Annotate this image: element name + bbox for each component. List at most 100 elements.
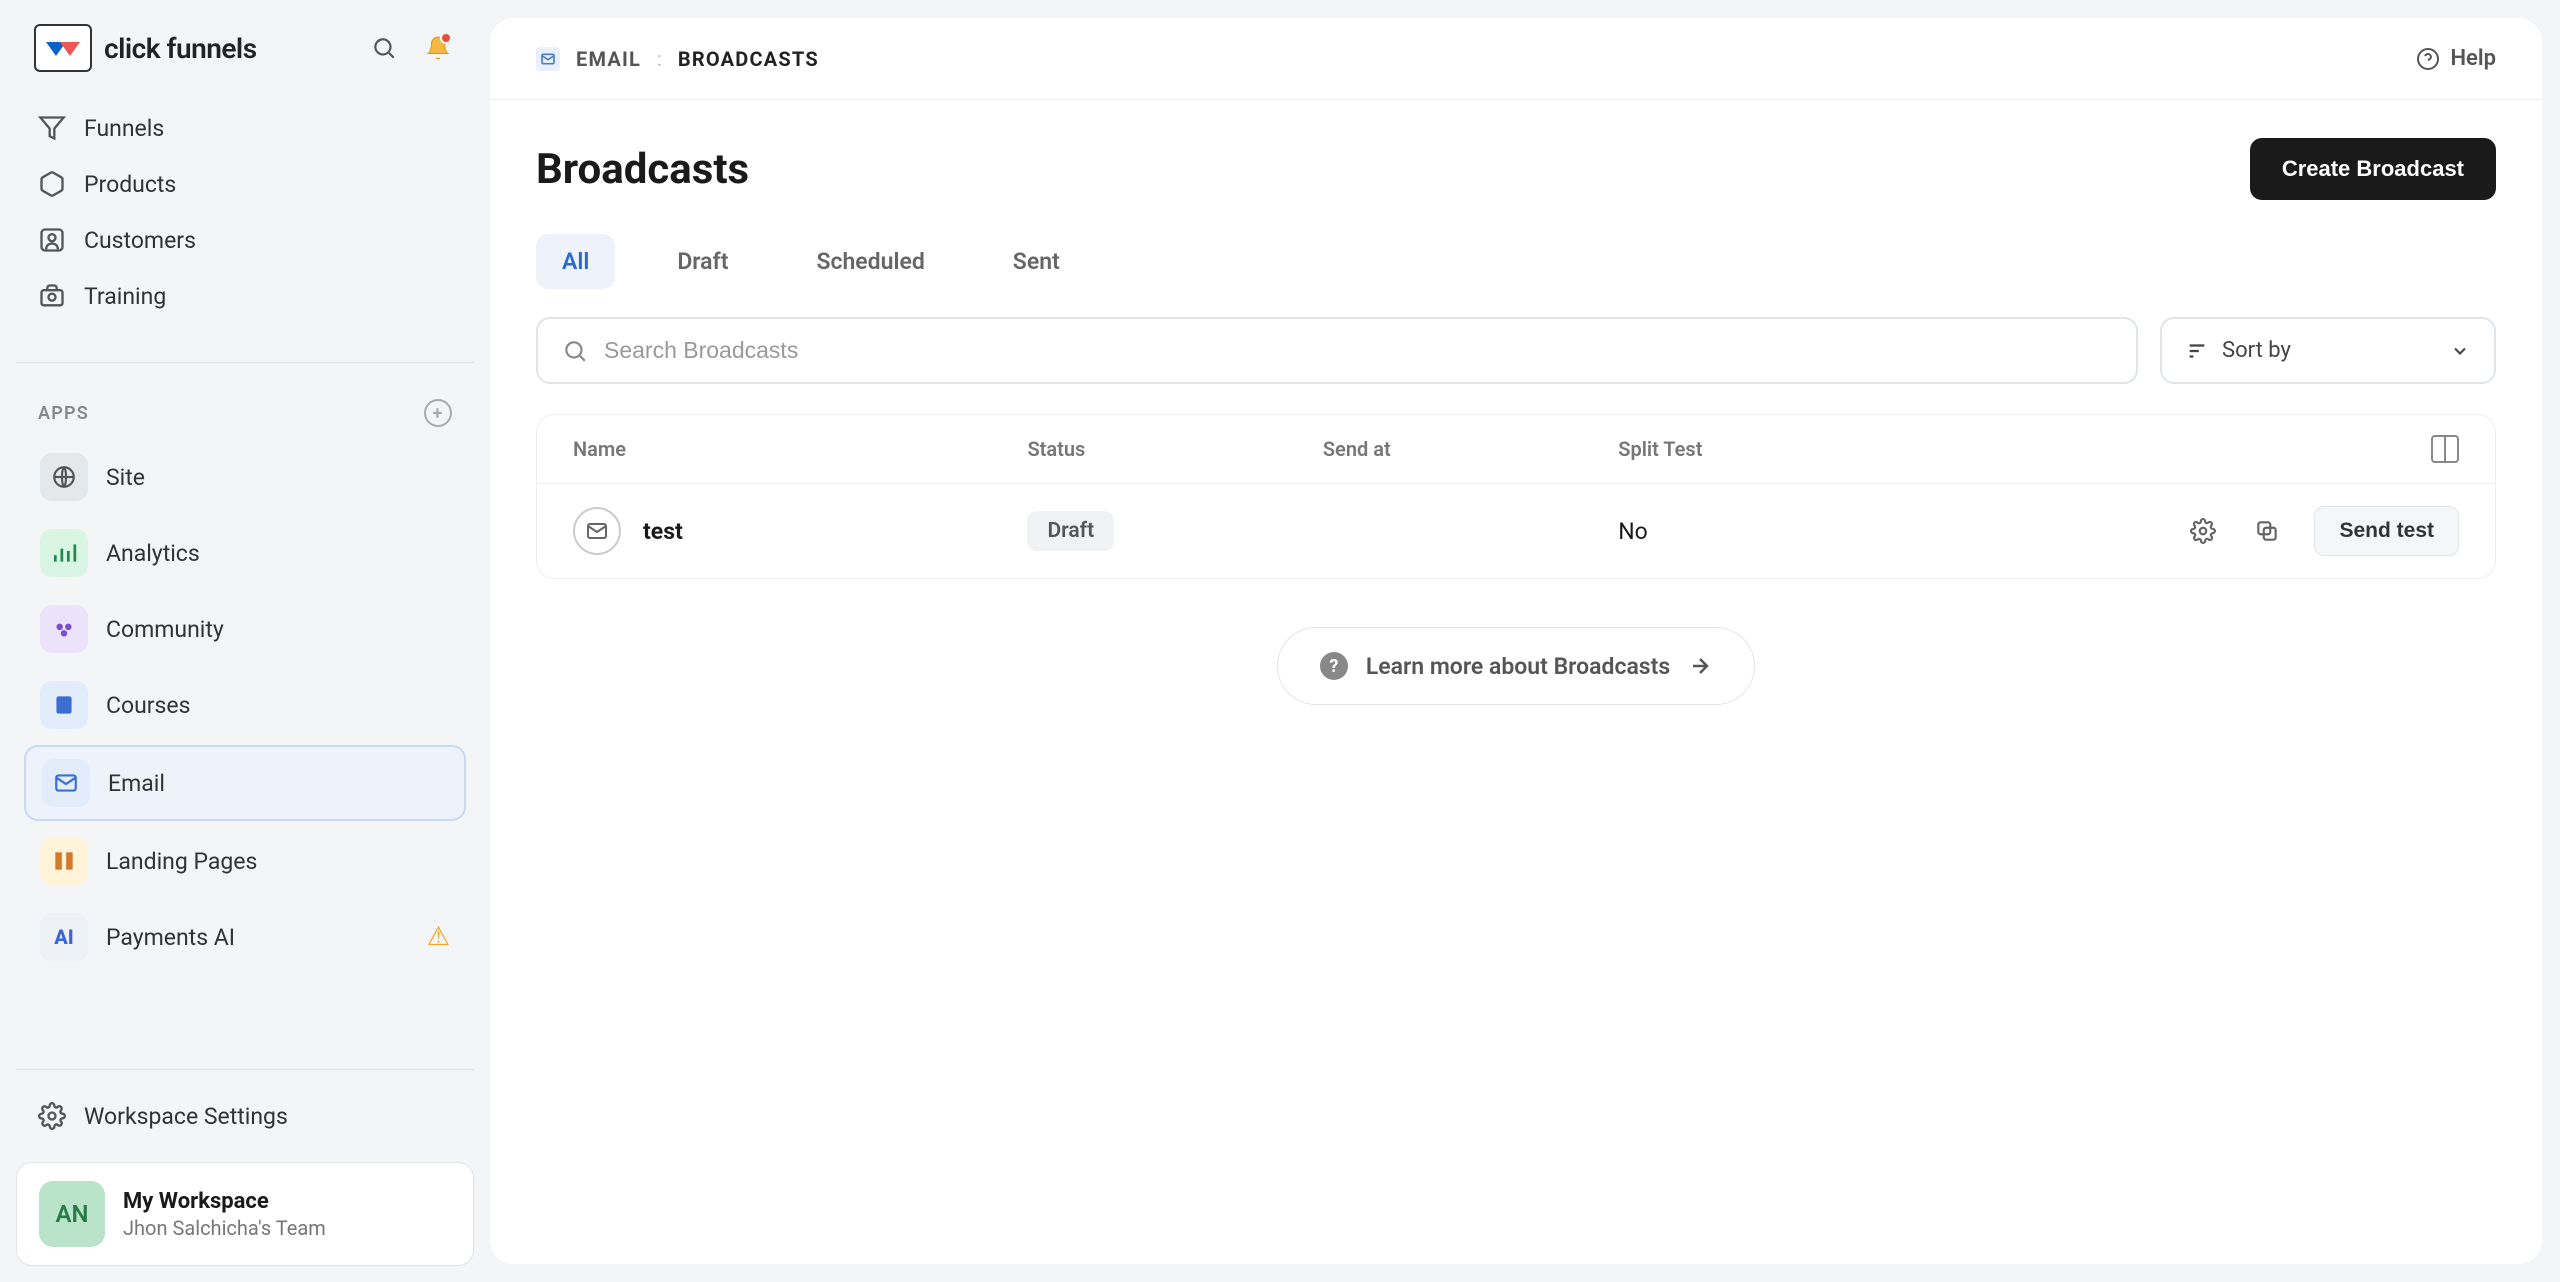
send-test-button[interactable]: Send test [2314,506,2459,556]
breadcrumb-parent[interactable]: EMAIL [576,47,641,71]
landing-pages-icon [40,837,88,885]
nav-label: Customers [84,227,196,254]
create-broadcast-button[interactable]: Create Broadcast [2250,138,2496,200]
breadcrumb: EMAIL : BROADCASTS [536,47,819,71]
app-community[interactable]: Community [24,593,466,665]
content: Broadcasts Create Broadcast All Draft Sc… [490,100,2542,743]
site-icon [40,453,88,501]
col-status: Status [1027,437,1322,461]
workspace-settings-label: Workspace Settings [84,1103,288,1130]
row-settings-button[interactable] [2186,514,2220,548]
app-label: Payments AI [106,924,235,951]
add-app-button[interactable]: + [424,399,452,427]
app-site[interactable]: Site [24,441,466,513]
app-label: Site [106,464,145,491]
learn-more-link[interactable]: ? Learn more about Broadcasts [1277,627,1755,705]
app-label: Courses [106,692,191,719]
page-title: Broadcasts [536,145,749,194]
tab-all[interactable]: All [536,234,615,289]
row-name-cell: test [573,507,1027,555]
nav-training[interactable]: Training [16,268,474,324]
funnel-icon [38,114,66,142]
page-header: Broadcasts Create Broadcast [536,138,2496,200]
brand-text: click funnels [104,32,257,65]
nav-label: Training [84,283,166,310]
breadcrumb-current: BROADCASTS [678,47,819,71]
apps-section-header: APPS + [16,381,474,437]
user-icon [38,226,66,254]
app-email[interactable]: Email [24,745,466,821]
sort-label: Sort by [2222,338,2291,363]
help-link[interactable]: Help [2416,46,2496,71]
apps-label: APPS [38,403,89,424]
payments-icon: AI [40,913,88,961]
workspace-card[interactable]: AN My Workspace Jhon Salchicha's Team [16,1162,474,1266]
status-badge: Draft [1027,511,1114,551]
nav-label: Products [84,171,176,198]
question-icon: ? [1320,652,1348,680]
app-label: Community [106,616,224,643]
mail-icon [573,507,621,555]
table-row[interactable]: test Draft No Send test [537,483,2495,578]
primary-nav: Funnels Products Customers Training [16,100,474,324]
sort-dropdown[interactable]: Sort by [2160,317,2496,384]
col-split-test: Split Test [1618,437,1959,461]
workspace-settings-link[interactable]: Workspace Settings [16,1088,474,1144]
app-label: Analytics [106,540,200,567]
sidebar-header: click funnels [16,24,474,100]
training-icon [38,282,66,310]
row-split-test-cell: No [1618,518,1959,545]
nav-funnels[interactable]: Funnels [16,100,474,156]
search-icon[interactable] [366,30,402,66]
divider [16,362,474,363]
learn-more-label: Learn more about Broadcasts [1366,653,1670,680]
tabs: All Draft Scheduled Sent [536,234,2496,289]
app-landing-pages[interactable]: Landing Pages [24,825,466,897]
breadcrumb-mail-icon [536,47,560,71]
app-payments-ai[interactable]: AI Payments AI ⚠ [24,901,466,973]
tab-scheduled[interactable]: Scheduled [790,234,950,289]
gear-icon [38,1102,66,1130]
broadcasts-table: Name Status Send at Split Test test Draf… [536,414,2496,579]
chevron-down-icon [2450,341,2470,361]
notification-dot [440,32,452,44]
tab-draft[interactable]: Draft [651,234,754,289]
workspace-info: My Workspace Jhon Salchicha's Team [123,1189,326,1240]
box-icon [38,170,66,198]
notifications-icon[interactable] [420,30,456,66]
row-copy-button[interactable] [2250,514,2284,548]
search-input[interactable] [604,337,2112,364]
search-row: Sort by [536,317,2496,384]
workspace-name: My Workspace [123,1189,326,1214]
logo-icon [34,24,92,72]
search-box[interactable] [536,317,2138,384]
main-panel: EMAIL : BROADCASTS Help Broadcasts Creat… [490,18,2542,1264]
nav-label: Funnels [84,115,164,142]
divider [16,1069,474,1070]
analytics-icon [40,529,88,577]
workspace-team: Jhon Salchicha's Team [123,1216,326,1240]
table-header: Name Status Send at Split Test [537,415,2495,483]
apps-list: Site Analytics Community Courses Email [16,437,474,977]
community-icon [40,605,88,653]
warning-icon: ⚠ [427,922,450,952]
sort-icon [2186,340,2208,362]
email-icon [42,759,90,807]
columns-toggle-icon[interactable] [2431,435,2459,463]
header-icons [366,30,456,66]
app-label: Email [108,770,165,797]
sidebar: click funnels Funnels Products Customers [0,0,490,1282]
breadcrumb-separator: : [657,47,662,71]
search-icon [562,338,588,364]
app-label: Landing Pages [106,848,257,875]
nav-customers[interactable]: Customers [16,212,474,268]
brand-logo[interactable]: click funnels [34,24,257,72]
courses-icon [40,681,88,729]
nav-products[interactable]: Products [16,156,474,212]
col-name: Name [573,437,1027,461]
app-courses[interactable]: Courses [24,669,466,741]
broadcast-name: test [643,518,683,545]
tab-sent[interactable]: Sent [987,234,1086,289]
app-analytics[interactable]: Analytics [24,517,466,589]
row-actions: Send test [1959,506,2459,556]
